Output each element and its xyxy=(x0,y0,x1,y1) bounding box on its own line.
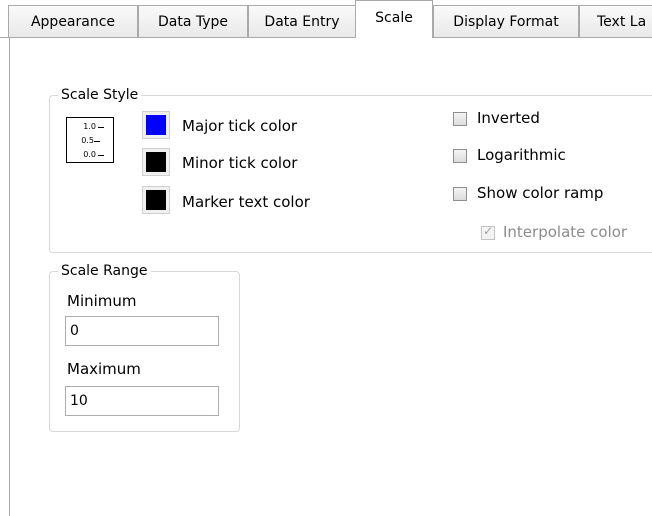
tab-bar-divider xyxy=(0,37,652,38)
maximum-label: Maximum xyxy=(67,360,141,378)
minor-tick-color-label: Minor tick color xyxy=(182,154,298,172)
tab-data-entry[interactable]: Data Entry xyxy=(248,5,356,37)
minimum-label: Minimum xyxy=(67,292,137,310)
inverted-label: Inverted xyxy=(477,109,540,127)
major-tick-color-label: Major tick color xyxy=(182,117,298,135)
tab-text-labels[interactable]: Text La xyxy=(579,5,652,37)
tab-data-type[interactable]: Data Type xyxy=(138,5,248,37)
preview-tick-mark xyxy=(98,127,104,128)
scale-style-title: Scale Style xyxy=(58,86,142,104)
preview-tick-mark xyxy=(94,141,100,142)
tab-appearance[interactable]: Appearance xyxy=(8,5,138,37)
minimum-input[interactable]: 0 xyxy=(65,316,219,346)
minor-tick-color-fill xyxy=(146,152,166,172)
logarithmic-checkbox[interactable] xyxy=(453,149,467,163)
minor-tick-color-swatch[interactable] xyxy=(142,148,170,176)
interpolate-color-checkbox[interactable]: ✓ xyxy=(481,224,495,240)
show-color-ramp-checkbox[interactable] xyxy=(453,187,467,201)
major-tick-color-fill xyxy=(146,115,166,135)
preview-tick-label: 0.0 xyxy=(83,150,96,159)
logarithmic-label: Logarithmic xyxy=(477,146,566,164)
preview-tick-label: 0.5 xyxy=(81,136,94,145)
marker-text-color-label: Marker text color xyxy=(182,193,310,211)
scale-range-title: Scale Range xyxy=(58,262,151,280)
marker-text-color-fill xyxy=(146,190,166,210)
inverted-checkbox[interactable] xyxy=(453,112,467,126)
maximum-input[interactable]: 10 xyxy=(65,386,219,416)
interpolate-color-label: Interpolate color xyxy=(503,223,628,241)
panel-border xyxy=(9,38,10,516)
show-color-ramp-label: Show color ramp xyxy=(477,184,604,202)
marker-text-color-swatch[interactable] xyxy=(142,186,170,214)
tab-scale[interactable]: Scale xyxy=(355,0,433,38)
tab-display-format[interactable]: Display Format xyxy=(433,5,579,37)
scale-preview-icon: 1.0 0.5 0.0 xyxy=(66,117,114,163)
preview-tick-label: 1.0 xyxy=(83,122,96,131)
check-mark-icon: ✓ xyxy=(483,224,494,238)
preview-tick-mark xyxy=(98,155,104,156)
major-tick-color-swatch[interactable] xyxy=(142,111,170,139)
tab-bar: Appearance Data Type Data Entry Scale Di… xyxy=(0,0,652,38)
